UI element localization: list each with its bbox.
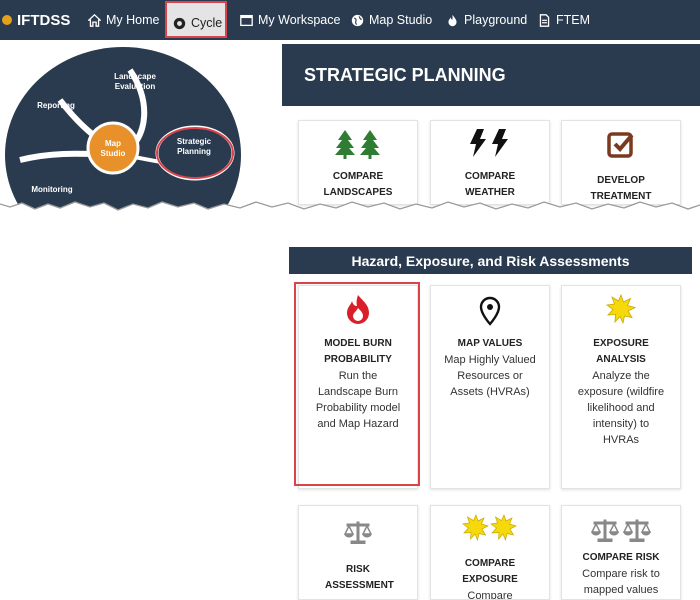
card-compare-risk[interactable]: COMPARE RISK Compare risk to mapped valu… bbox=[561, 505, 681, 600]
nav-my-workspace[interactable]: My Workspace bbox=[240, 0, 340, 40]
window-icon bbox=[240, 14, 253, 26]
nav-ftem-label: FTEM bbox=[556, 13, 591, 27]
card-compare-risk-title: COMPARE RISK bbox=[582, 552, 660, 563]
nav-cycle[interactable]: Cycle bbox=[173, 3, 222, 43]
cycle-segment-strategic-planning-label: Strategic Planning bbox=[176, 137, 212, 156]
home-icon bbox=[88, 13, 101, 27]
nav-ftem[interactable]: FTEM bbox=[538, 0, 590, 40]
nav-cycle-label: Cycle bbox=[191, 16, 223, 30]
brand-name: IFTDSS bbox=[17, 11, 71, 29]
card-map-values[interactable]: MAP VALUES Map Highly Valued Resources o… bbox=[430, 285, 550, 489]
cycle-center-map-studio[interactable]: Map Studio bbox=[88, 139, 138, 159]
card-compare-exposure-desc: Compare bbox=[467, 590, 513, 600]
cycle-segment-reporting[interactable]: Reporting bbox=[28, 101, 84, 111]
scales-icon bbox=[344, 521, 372, 544]
card-risk-assessment[interactable]: RISK ASSESSMENT bbox=[298, 505, 418, 600]
strategic-planning-header: STRATEGIC PLANNING bbox=[282, 44, 700, 106]
document-icon bbox=[539, 13, 550, 27]
card-compare-risk-desc: Compare risk to mapped values bbox=[582, 568, 660, 596]
nav-cycle-highlight: Cycle bbox=[165, 1, 227, 38]
nav-my-home-label: My Home bbox=[106, 13, 160, 27]
card-compare-exposure-title: COMPARE EXPOSURE bbox=[462, 558, 518, 585]
globe-icon bbox=[351, 14, 364, 26]
card-exposure-analysis-desc: Analyze the exposure (wildfire likelihoo… bbox=[577, 370, 665, 446]
nav-my-workspace-label: My Workspace bbox=[258, 13, 341, 27]
nav-playground[interactable]: Playground bbox=[446, 0, 527, 40]
model-burn-probability-highlight bbox=[294, 282, 420, 486]
trees-icon bbox=[335, 130, 380, 159]
nav-playground-label: Playground bbox=[464, 13, 528, 27]
brand-icon bbox=[2, 15, 12, 25]
card-compare-exposure[interactable]: COMPARE EXPOSURE Compare bbox=[430, 505, 550, 600]
cycle-segment-reporting-label: Reporting bbox=[37, 101, 75, 110]
torn-edge-divider bbox=[0, 201, 700, 230]
cycle-segment-strategic-planning[interactable]: Strategic Planning bbox=[162, 137, 226, 157]
top-navbar: IFTDSS My Home Cycle My Workspace Map St… bbox=[0, 0, 700, 40]
strategic-planning-title: STRATEGIC PLANNING bbox=[304, 64, 506, 85]
double-scales-icon bbox=[591, 519, 651, 542]
lightning-icon bbox=[470, 129, 508, 157]
card-map-values-title: MAP VALUES bbox=[457, 338, 523, 349]
hazard-section-title: Hazard, Exposure, and Risk Assessments bbox=[351, 252, 630, 269]
double-starburst-icon bbox=[462, 514, 517, 542]
brand-logo[interactable]: IFTDSS bbox=[2, 0, 70, 40]
cycle-center-label: Map Studio bbox=[100, 139, 126, 158]
cycle-segment-landscape-evaluation[interactable]: Landscape Evaluation bbox=[103, 72, 167, 92]
checkbox-icon bbox=[607, 132, 634, 158]
card-risk-assessment-title: RISK ASSESSMENT bbox=[325, 564, 394, 591]
starburst-icon bbox=[606, 294, 636, 324]
card-map-values-desc: Map Highly Valued Resources or Assets (H… bbox=[444, 354, 536, 398]
nav-my-home[interactable]: My Home bbox=[88, 0, 159, 40]
cycle-diagram: Landscape Evaluation Strategic Planning … bbox=[0, 40, 250, 215]
cycle-segment-landscape-evaluation-label: Landscape Evaluation bbox=[114, 72, 156, 91]
nav-map-studio-label: Map Studio bbox=[369, 13, 433, 27]
card-exposure-analysis-title: EXPOSURE ANALYSIS bbox=[593, 338, 649, 365]
hazard-section-header: Hazard, Exposure, and Risk Assessments bbox=[289, 247, 692, 274]
card-exposure-analysis[interactable]: EXPOSURE ANALYSIS Analyze the exposure (… bbox=[561, 285, 681, 489]
nav-map-studio[interactable]: Map Studio bbox=[351, 0, 432, 40]
flame-icon bbox=[448, 14, 457, 26]
cycle-icon bbox=[173, 17, 186, 29]
map-pin-icon bbox=[479, 296, 501, 326]
